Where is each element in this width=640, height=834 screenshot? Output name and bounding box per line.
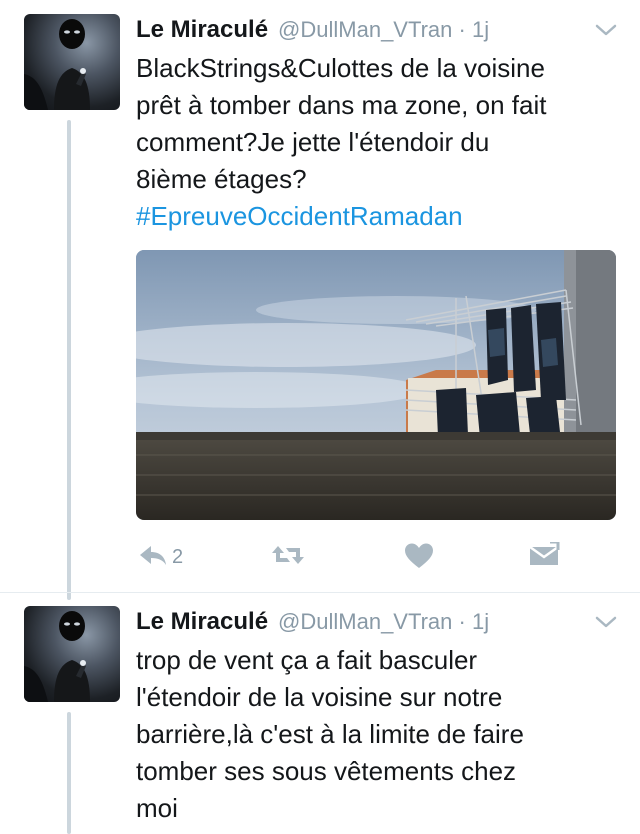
- tweet-text-line: 8ième étages?: [136, 164, 307, 194]
- retweet-icon: [270, 542, 306, 573]
- tweet-header: Le Miraculé @DullMan_VTran · 1j: [136, 608, 489, 642]
- chevron-down-icon[interactable]: [594, 614, 618, 635]
- tweet-text-line: l'étendoir de la voisine sur notre: [136, 682, 503, 712]
- hashtag-link[interactable]: #EpreuveOccidentRamadan: [136, 198, 616, 235]
- envelope-icon: [528, 540, 560, 573]
- tweet-text-line: trop de vent ça a fait basculer: [136, 645, 478, 675]
- tweet-text-line: moi: [136, 793, 178, 823]
- avatar[interactable]: [24, 14, 120, 110]
- dm-button[interactable]: [528, 540, 560, 573]
- heart-icon: [404, 542, 434, 575]
- like-button[interactable]: [404, 542, 434, 575]
- retweet-button[interactable]: [270, 542, 306, 573]
- tweet-text-line: barrière,là c'est à la limite de faire: [136, 719, 524, 749]
- reply-button[interactable]: 2: [138, 542, 183, 573]
- reply-icon: [138, 542, 168, 573]
- tweet-actions: 2: [136, 540, 616, 582]
- reply-count: 2: [172, 546, 184, 568]
- tweet-photo[interactable]: [136, 250, 616, 520]
- tweet[interactable]: Le Miraculé @DullMan_VTran · 1j trop de …: [0, 606, 640, 834]
- tweet-text: BlackStrings&Culottes de la voisine prêt…: [136, 50, 616, 235]
- display-name[interactable]: Le Miraculé: [136, 608, 268, 636]
- handle-time[interactable]: @DullMan_VTran · 1j: [278, 609, 489, 635]
- tweet-text-line: prêt à tomber dans ma zone, on fait: [136, 90, 547, 120]
- tweet-text: trop de vent ça a fait basculer l'étendo…: [136, 642, 616, 827]
- tweet-divider: [0, 592, 640, 593]
- tweet-text-line: BlackStrings&Culottes de la voisine: [136, 53, 545, 83]
- tweet-text-line: tomber ses sous vêtements chez: [136, 756, 517, 786]
- tweet-text-line: comment?Je jette l'étendoir du: [136, 127, 490, 157]
- tweet-header: Le Miraculé @DullMan_VTran · 1j: [136, 16, 489, 50]
- handle-time[interactable]: @DullMan_VTran · 1j: [278, 17, 489, 43]
- tweet[interactable]: Le Miraculé @DullMan_VTran · 1j BlackStr…: [0, 14, 640, 604]
- avatar[interactable]: [24, 606, 120, 702]
- chevron-down-icon[interactable]: [594, 22, 618, 43]
- display-name[interactable]: Le Miraculé: [136, 16, 268, 44]
